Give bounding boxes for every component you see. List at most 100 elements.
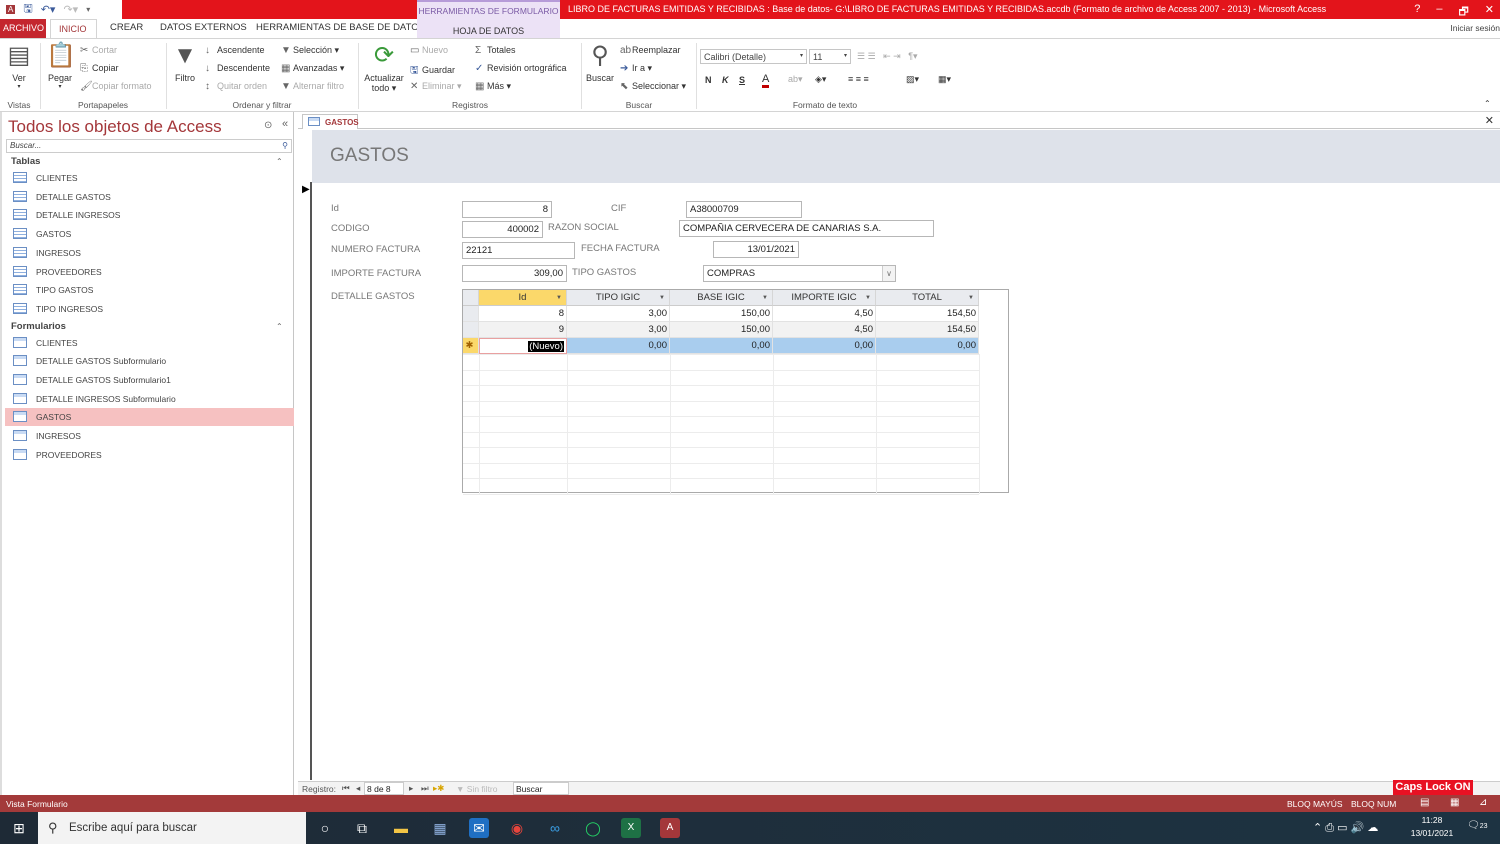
new-row-cell[interactable]: 0,00 [567, 338, 670, 354]
go-to-button[interactable]: ➔ Ir a ▾ [620, 63, 652, 74]
first-record-button[interactable]: ⏮ [342, 783, 350, 794]
nav-item[interactable]: INGRESOS [5, 427, 294, 445]
nav-item[interactable]: DETALLE GASTOS [5, 188, 294, 206]
more-button[interactable]: ▦ Más ▾ [475, 81, 511, 92]
numero-factura-field[interactable]: 22121 [462, 242, 575, 259]
clock-time[interactable]: 11:28 [1408, 815, 1456, 825]
nav-pane-title[interactable]: Todos los objetos de Access [8, 117, 222, 137]
current-record-field[interactable]: 8 de 8 [364, 782, 404, 795]
task-view-icon[interactable]: ⧉ [352, 818, 372, 838]
font-name-select[interactable]: Calibri (Detalle) ▾ [700, 49, 807, 64]
importe-factura-field[interactable]: 309,00 [462, 265, 567, 282]
column-dropdown-icon[interactable]: ▼ [762, 290, 768, 306]
collapse-group-icon[interactable]: ⌃ [276, 322, 283, 331]
new-record-button[interactable]: ▭ Nuevo [410, 45, 448, 56]
table-cell[interactable]: 150,00 [670, 306, 773, 322]
filter-button[interactable]: ▼ Filtro [172, 43, 198, 84]
nav-item[interactable]: PROVEEDORES [5, 263, 294, 281]
sign-in-link[interactable]: Iniciar sesión [1450, 23, 1500, 33]
taskbar-search-input[interactable]: ⚲ Escribe aquí para buscar [38, 812, 306, 844]
nav-item[interactable]: GASTOS [5, 408, 294, 427]
cif-field[interactable]: A38000709 [686, 201, 802, 218]
column-header[interactable]: TIPO IGIC ▼ [567, 290, 670, 306]
column-header[interactable]: BASE IGIC ▼ [670, 290, 773, 306]
advanced-button[interactable]: ▦ Avanzadas ▾ [281, 63, 344, 74]
customize-qat-icon[interactable]: ▾ [86, 5, 90, 14]
table-cell[interactable]: 154,50 [876, 322, 979, 338]
replace-button[interactable]: abReemplazar [620, 45, 681, 56]
column-header[interactable]: Id ▼ [479, 290, 567, 306]
nav-item[interactable]: DETALLE GASTOS Subformulario1 [5, 371, 294, 389]
nav-item[interactable]: CLIENTES [5, 334, 294, 352]
copy-button[interactable]: ⎘ Copiar [80, 63, 119, 74]
tab-inicio[interactable]: INICIO [50, 19, 97, 39]
nav-item[interactable]: DETALLE INGRESOS [5, 206, 294, 224]
gridlines-icon[interactable]: ▨▾ [906, 74, 919, 85]
tab-crear[interactable]: CREAR [110, 22, 143, 33]
razon-social-field[interactable]: COMPAÑIA CERVECERA DE CANARIAS S.A. [679, 220, 934, 237]
new-row-cell[interactable]: 0,00 [773, 338, 876, 354]
chevron-down-icon[interactable]: ∨ [882, 266, 895, 281]
font-color-button[interactable]: A [762, 73, 770, 88]
windows-start-icon[interactable]: ⊞ [9, 818, 29, 838]
row-selector[interactable] [463, 322, 479, 338]
infinity-app-icon[interactable]: ∞ [545, 818, 565, 838]
table-cell[interactable]: 8 [479, 306, 567, 322]
list-buttons-icon[interactable]: ☰ ☰ ⇤ ⇥ ¶▾ [857, 51, 918, 62]
highlight-icon[interactable]: ab▾ [788, 74, 803, 85]
file-explorer-icon[interactable]: ▬ [391, 818, 411, 838]
undo-icon[interactable]: ↶▾ [41, 3, 56, 16]
table-cell[interactable]: 154,50 [876, 306, 979, 322]
codigo-field[interactable]: 400002 [462, 221, 543, 238]
system-tray-icons[interactable]: ⌃ ⎙ ▭ 🔊 ☁ [1313, 821, 1378, 835]
nav-menu-icon[interactable]: ⊙ [264, 120, 272, 131]
nav-item[interactable]: INGRESOS [5, 244, 294, 262]
calculator-icon[interactable]: ▦ [430, 818, 450, 838]
design-view-icon[interactable]: ⊿ [1479, 797, 1487, 808]
clock-date[interactable]: 13/01/2021 [1408, 828, 1456, 838]
tipo-gastos-combo[interactable]: COMPRAS ∨ [703, 265, 896, 282]
save-icon[interactable]: 🖫 [23, 0, 32, 19]
close-document-button[interactable]: ✕ [1485, 114, 1494, 127]
delete-record-button[interactable]: ✕ Eliminar ▾ [410, 81, 462, 92]
bold-button[interactable]: N [705, 75, 712, 85]
totals-button[interactable]: Σ Totales [475, 45, 516, 56]
table-cell[interactable]: 4,50 [773, 306, 876, 322]
nav-item[interactable]: DETALLE GASTOS Subformulario [5, 352, 294, 370]
redo-icon[interactable]: ↷▾ [63, 3, 78, 16]
column-header[interactable]: IMPORTE IGIC ▼ [773, 290, 876, 306]
format-painter-button[interactable]: 🖌Copiar formato [80, 81, 152, 92]
tab-herramientas-base-datos[interactable]: HERRAMIENTAS DE BASE DE DATOS [256, 22, 425, 33]
tab-archivo[interactable]: ARCHIVO [0, 19, 46, 38]
collapse-group-icon[interactable]: ⌃ [276, 157, 283, 166]
nav-item[interactable]: DETALLE INGRESOS Subformulario [5, 390, 294, 408]
toggle-filter-button[interactable]: ▼ Alternar filtro [281, 81, 344, 92]
record-selector[interactable]: ▶ [298, 182, 312, 780]
column-dropdown-icon[interactable]: ▼ [865, 290, 871, 306]
row-selector[interactable]: ✱ [463, 338, 479, 354]
notifications-icon[interactable]: 🗨23 [1467, 820, 1488, 831]
underline-button[interactable]: S [739, 75, 745, 85]
sort-descending-button[interactable]: ↓ Descendente [205, 63, 270, 74]
fill-color-icon[interactable]: ◈▾ [815, 74, 826, 85]
outlook-icon[interactable]: ✉ [469, 818, 489, 838]
nav-item[interactable]: CLIENTES [5, 169, 294, 187]
align-icons[interactable]: ≡ ≡ ≡ [848, 74, 869, 84]
select-all-corner[interactable] [463, 290, 479, 306]
font-size-select[interactable]: 11 ▾ [809, 49, 851, 64]
nav-item[interactable]: TIPO INGRESOS [5, 300, 294, 318]
column-dropdown-icon[interactable]: ▼ [556, 290, 562, 306]
nav-item[interactable]: TIPO GASTOS [5, 281, 294, 299]
remove-sort-button[interactable]: ↕ Quitar orden [205, 81, 267, 92]
table-cell[interactable]: 150,00 [670, 322, 773, 338]
paste-button[interactable]: 📋 Pegar ▾ [46, 43, 76, 91]
cortana-icon[interactable]: ○ [315, 818, 335, 838]
spelling-button[interactable]: ✓ Revisión ortográfica [475, 63, 567, 74]
refresh-all-button[interactable]: ⟳ Actualizar todo ▾ [362, 43, 406, 94]
new-row-cell[interactable]: (Nuevo) [479, 338, 567, 354]
alternate-row-color-icon[interactable]: ▦▾ [938, 74, 951, 85]
collapse-ribbon-icon[interactable]: ⌃ [1484, 99, 1491, 108]
cut-button[interactable]: ✂ Cortar [80, 45, 117, 56]
previous-record-button[interactable]: ◂ [356, 783, 360, 794]
nav-item[interactable]: GASTOS [5, 225, 294, 243]
